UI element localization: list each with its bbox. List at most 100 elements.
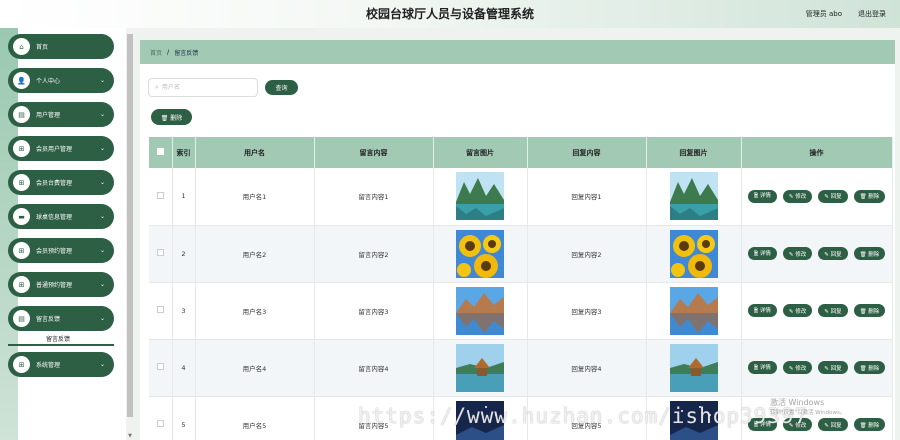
search-box[interactable]: ⌕ — [148, 78, 258, 97]
sidebar-item-label: 个人中心 — [36, 78, 61, 85]
edit-button[interactable]: ✎ 修改 — [782, 189, 813, 203]
sidebar-item-label: 球桌信息管理 — [36, 214, 73, 221]
edit-button[interactable]: ✎ 修改 — [782, 361, 813, 374]
reply-button[interactable]: ✎ 回复 — [818, 189, 848, 203]
detail-button[interactable]: 🗎 详情 — [747, 304, 777, 317]
reply-image-cell — [646, 225, 742, 283]
column-header-message-image[interactable]: 留言图片 — [433, 137, 528, 168]
delete-button[interactable]: 🗑 删除 — [853, 418, 886, 431]
pavilion-image[interactable] — [456, 343, 504, 392]
sidebar-item[interactable]: ▤ 留言反馈 ⌄ — [8, 306, 114, 331]
username-cell: 用户名3 — [195, 282, 315, 340]
user-icon: 👤 — [13, 72, 30, 89]
sunflower-image[interactable] — [456, 229, 504, 278]
search-icon: ⌕ — [155, 83, 159, 91]
detail-button[interactable]: 🗎 详情 — [747, 361, 777, 374]
scrollbar-thumb[interactable] — [127, 34, 133, 417]
table-header-row: 索引 用户名 留言内容 留言图片 回复内容 回复图片 操作 — [149, 137, 893, 168]
chevron-down-icon: ⌄ — [99, 145, 105, 152]
grid-icon: ⊞ — [13, 356, 30, 373]
chevron-down-icon: ⌄ — [99, 281, 105, 288]
reply-button[interactable]: ✎ 回复 — [818, 361, 848, 374]
row-select-cell — [149, 282, 173, 340]
message-cell: 留言内容1 — [314, 168, 434, 226]
reply-button[interactable]: ✎ 回复 — [818, 418, 848, 431]
row-checkbox[interactable] — [156, 306, 164, 313]
lake-image[interactable] — [456, 172, 504, 221]
mountain-image[interactable] — [456, 286, 504, 335]
sidebar-item[interactable]: ▤ 用户管理 ⌄ — [8, 102, 114, 127]
logout-link[interactable]: 退出登录 — [858, 9, 886, 19]
file-icon: ▤ — [13, 106, 30, 123]
message-image-cell — [433, 225, 528, 283]
sidebar-item-label: 会员用户管理 — [36, 146, 73, 153]
index-cell: 1 — [172, 168, 196, 226]
batch-delete-button[interactable]: 🗑 删除 — [151, 109, 192, 125]
delete-button[interactable]: 🗑 删除 — [853, 189, 886, 203]
row-select-cell — [149, 225, 173, 283]
reply-button[interactable]: ✎ 回复 — [818, 304, 848, 317]
pavilion-image[interactable] — [669, 343, 718, 392]
sidebar-item[interactable]: ⌂ 首页 — [8, 34, 114, 59]
row-checkbox[interactable] — [156, 249, 164, 256]
home-icon: ⌂ — [13, 38, 30, 55]
delete-button[interactable]: 🗑 删除 — [853, 361, 886, 374]
column-header-reply-image[interactable]: 回复图片 — [646, 137, 742, 168]
mountain-image[interactable] — [669, 286, 718, 335]
sidebar-item[interactable]: ⊞ 系统管理 ⌄ — [8, 352, 114, 377]
column-header-message[interactable]: 留言内容 — [314, 137, 434, 168]
sidebar-item-label: 系统管理 — [36, 362, 61, 369]
message-cell: 留言内容2 — [314, 225, 434, 283]
sidebar-item[interactable]: ▬ 球桌信息管理 ⌄ — [8, 204, 114, 229]
reply-image-cell — [646, 282, 742, 340]
username-cell: 用户名4 — [195, 339, 315, 397]
row-checkbox[interactable] — [156, 191, 164, 199]
file-icon: ▤ — [13, 310, 30, 327]
actions-cell: 🗎 详情 ✎ 修改 ✎ 回复 🗑 删除 — [741, 168, 893, 226]
detail-button[interactable]: 🗎 详情 — [747, 189, 777, 203]
search-input[interactable] — [161, 84, 252, 91]
row-checkbox[interactable] — [156, 363, 164, 370]
table-row[interactable]: 3 用户名3 留言内容3 回复内容3 🗎 详情 ✎ 修改 ✎ 回复 🗑 删除 — [149, 282, 893, 340]
sidebar: ⌂ 首页 👤 个人中心 ⌄ ▤ 用户管理 ⌄ ⊞ 会员用户管理 ⌄ ⊞ 会员台费管理 ⌄ ▬ 球桌信息管理 ⌄ ⊞… — [0, 28, 134, 440]
scroll-down-arrow[interactable]: ▼ — [127, 433, 133, 439]
delete-button[interactable]: 🗑 删除 — [853, 304, 886, 317]
actions-cell: 🗎 详情 ✎ 修改 ✎ 回复 🗑 删除 — [741, 339, 893, 397]
submenu-item-feedback[interactable]: 留言反馈 — [46, 334, 114, 346]
column-header-username[interactable]: 用户名 — [195, 137, 315, 168]
sidebar-item-label: 会员预约管理 — [36, 248, 73, 255]
feedback-table: 索引 用户名 留言内容 留言图片 回复内容 回复图片 操作 1 用户名1 留言内容1… — [149, 137, 893, 440]
column-header-reply[interactable]: 回复内容 — [527, 137, 647, 168]
current-user: 管理员 abo — [805, 10, 842, 18]
select-all-checkbox[interactable] — [156, 148, 164, 155]
row-checkbox[interactable] — [156, 420, 164, 427]
sidebar-item[interactable]: ⊞ 普通预约管理 ⌄ — [8, 272, 114, 297]
sidebar-item[interactable]: 👤 个人中心 ⌄ — [8, 68, 114, 93]
delete-button[interactable]: 🗑 删除 — [853, 247, 886, 260]
sidebar-item[interactable]: ⊞ 会员台费管理 ⌄ — [8, 170, 114, 195]
reply-image-cell — [646, 168, 742, 226]
detail-button[interactable]: 🗎 详情 — [747, 247, 777, 260]
app-title: 校园台球厅人员与设备管理系统 — [365, 7, 534, 21]
edit-button[interactable]: ✎ 修改 — [782, 247, 813, 260]
breadcrumb-home[interactable]: 首页 — [150, 48, 162, 57]
lake-image[interactable] — [669, 172, 718, 221]
reply-cell: 回复内容1 — [527, 168, 647, 226]
reply-cell: 回复内容2 — [527, 225, 647, 283]
table-row[interactable]: 4 用户名4 留言内容4 回复内容4 🗎 详情 ✎ 修改 ✎ 回复 🗑 删除 — [149, 339, 893, 397]
edit-button[interactable]: ✎ 修改 — [782, 304, 813, 317]
sidebar-item[interactable]: ⊞ 会员用户管理 ⌄ — [8, 136, 114, 161]
index-cell: 2 — [172, 225, 196, 283]
sunflower-image[interactable] — [669, 229, 718, 278]
table-row[interactable]: 2 用户名2 留言内容2 回复内容2 🗎 详情 ✎ 修改 ✎ 回复 🗑 删除 — [149, 225, 893, 283]
table-row[interactable]: 1 用户名1 留言内容1 回复内容1 🗎 详情 ✎ 修改 ✎ 回复 🗑 删除 — [149, 168, 893, 226]
actions-cell: 🗎 详情 ✎ 修改 ✎ 回复 🗑 删除 — [741, 282, 893, 340]
sidebar-scrollbar[interactable]: ▼ — [126, 28, 134, 440]
reply-button[interactable]: ✎ 回复 — [818, 247, 848, 260]
message-image-cell — [433, 168, 528, 226]
sidebar-item[interactable]: ⊞ 会员预约管理 ⌄ — [8, 238, 114, 263]
query-button[interactable]: 查询 — [265, 80, 298, 95]
column-header-index[interactable]: 索引 — [172, 137, 196, 168]
breadcrumb-separator: / — [167, 48, 170, 56]
breadcrumb: 首页 / 留言反馈 — [140, 40, 895, 64]
